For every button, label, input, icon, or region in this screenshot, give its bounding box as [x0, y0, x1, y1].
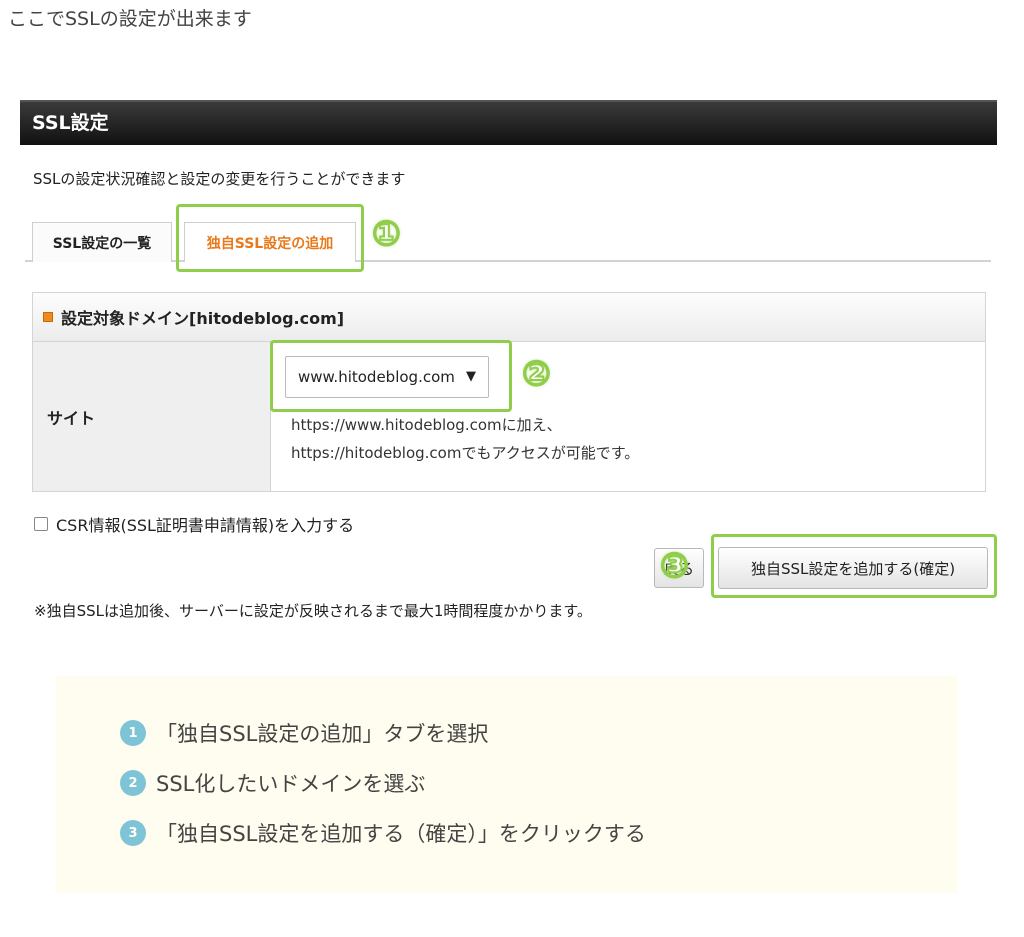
- step-number-badge: 2: [120, 770, 146, 796]
- orange-square-icon: [43, 312, 53, 322]
- callout-number-1: ①: [371, 213, 402, 255]
- highlight-box-select: [270, 340, 512, 412]
- highlight-box-tab: [176, 204, 364, 272]
- site-hint-line2: https://hitodeblog.comでもアクセスが可能です。: [291, 444, 640, 462]
- domain-heading-text: 設定対象ドメイン[hitodeblog.com]: [61, 309, 345, 328]
- step-number-badge: 3: [120, 820, 146, 846]
- csr-checkbox[interactable]: [34, 517, 48, 531]
- tab-ssl-list[interactable]: SSL設定の一覧: [32, 222, 172, 262]
- step-item: 2 SSL化したいドメインを選ぶ: [120, 768, 425, 798]
- callout-number-3: ③: [659, 545, 690, 587]
- site-label: サイト: [33, 342, 271, 491]
- highlight-box-confirm: [711, 534, 997, 598]
- propagation-note: ※独自SSLは追加後、サーバーに設定が反映されるまで最大1時間程度かかります。: [34, 602, 592, 620]
- step-text: 「独自SSL設定の追加」タブを選択: [156, 722, 489, 746]
- step-text: 「独自SSL設定を追加する（確定）」をクリックする: [156, 822, 646, 846]
- panel-title: SSL設定: [20, 100, 997, 145]
- intro-text: ここでSSLの設定が出来ます: [8, 8, 252, 30]
- site-hint-line1: https://www.hitodeblog.comに加え、: [291, 416, 562, 434]
- step-item: 1 「独自SSL設定の追加」タブを選択: [120, 718, 488, 748]
- callout-number-2: ②: [521, 353, 552, 395]
- steps-summary-box: 1 「独自SSL設定の追加」タブを選択 2 SSL化したいドメインを選ぶ 3 「…: [56, 676, 958, 893]
- csr-option[interactable]: CSR情報(SSL証明書申請情報)を入力する: [34, 512, 354, 536]
- step-item: 3 「独自SSL設定を追加する（確定）」をクリックする: [120, 818, 646, 848]
- step-number-badge: 1: [120, 720, 146, 746]
- csr-checkbox-label: CSR情報(SSL証明書申請情報)を入力する: [56, 516, 355, 535]
- domain-heading: 設定対象ドメイン[hitodeblog.com]: [33, 293, 985, 342]
- step-text: SSL化したいドメインを選ぶ: [156, 772, 426, 796]
- panel-description: SSLの設定状況確認と設定の変更を行うことができます: [33, 170, 406, 188]
